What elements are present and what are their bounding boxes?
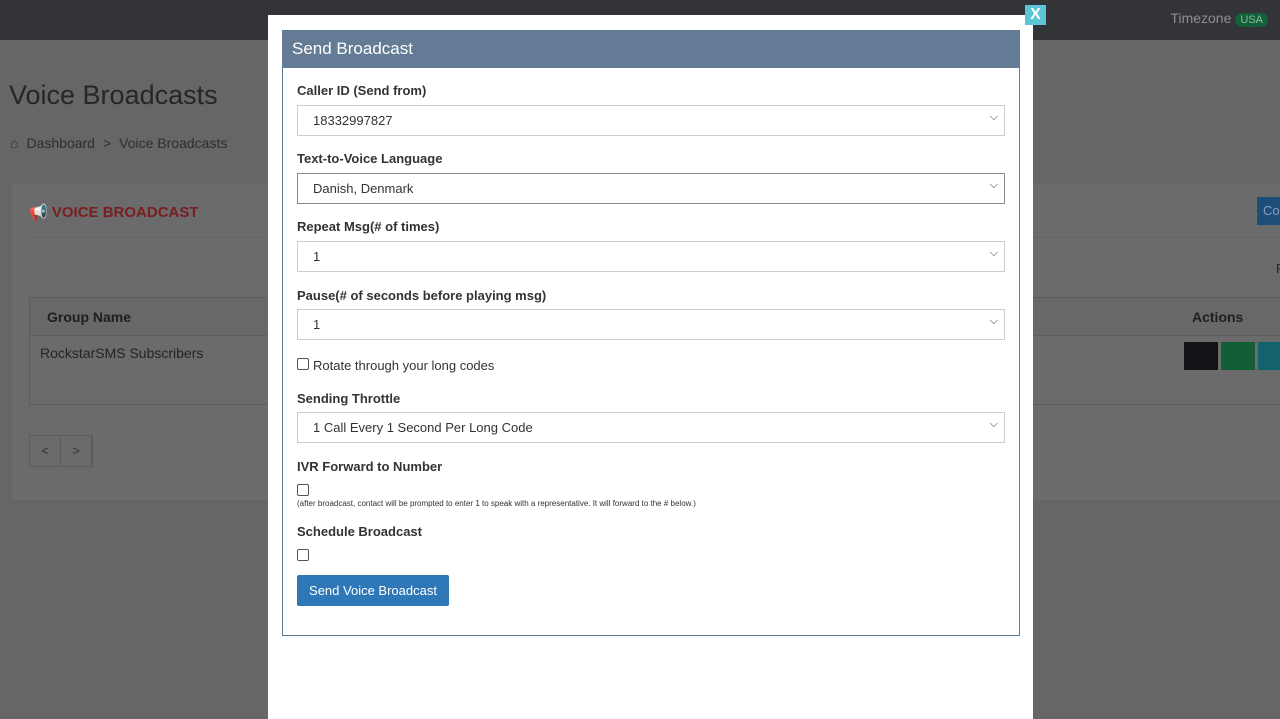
pause-value: 1 bbox=[313, 317, 321, 332]
caller-id-value: 18332997827 bbox=[313, 113, 393, 128]
language-select[interactable]: Danish, Denmark ⌵ bbox=[297, 173, 1005, 204]
timezone-label: Timezone bbox=[1170, 10, 1232, 26]
breadcrumb-current: Voice Broadcasts bbox=[119, 135, 228, 151]
filter-label: F bbox=[1276, 261, 1280, 276]
throttle-label: Sending Throttle bbox=[297, 391, 401, 406]
header-group-name[interactable]: Group Name bbox=[47, 309, 131, 325]
chevron-down-icon: ⌵ bbox=[989, 418, 998, 430]
pagination: < > bbox=[29, 435, 93, 467]
call-button[interactable] bbox=[1221, 342, 1255, 370]
ivr-label: IVR Forward to Number bbox=[297, 459, 443, 474]
card-title: 📢 VOICE BROADCAST bbox=[29, 203, 199, 221]
send-voice-broadcast-button[interactable]: Send Voice Broadcast bbox=[297, 575, 449, 606]
next-page-button[interactable]: > bbox=[61, 436, 92, 466]
chevron-down-icon: ⌵ bbox=[989, 111, 998, 123]
megaphone-icon: 📢 bbox=[29, 204, 48, 221]
page-title: Voice Broadcasts bbox=[9, 80, 218, 110]
cell-group-name: RockstarSMS Subscribers bbox=[40, 345, 204, 361]
repeat-value: 1 bbox=[313, 249, 321, 264]
header-actions: Actions bbox=[1192, 309, 1244, 325]
ivr-checkbox[interactable] bbox=[297, 484, 309, 496]
repeat-label: Repeat Msg(# of times) bbox=[297, 219, 440, 234]
send-broadcast-modal: Send Broadcast Caller ID (Send from) 183… bbox=[268, 15, 1033, 719]
throttle-select[interactable]: 1 Call Every 1 Second Per Long Code ⌵ bbox=[297, 412, 1005, 443]
timezone[interactable]: Timezone USA bbox=[1170, 10, 1268, 27]
caller-id-select[interactable]: 18332997827 ⌵ bbox=[297, 105, 1005, 136]
modal-title: Send Broadcast bbox=[283, 31, 1019, 68]
chevron-down-icon: ⌵ bbox=[989, 179, 998, 191]
language-label: Text-to-Voice Language bbox=[297, 151, 443, 166]
chevron-down-icon: ⌵ bbox=[989, 315, 998, 327]
ivr-help-text: (after broadcast, contact will be prompt… bbox=[297, 499, 696, 508]
caller-id-label: Caller ID (Send from) bbox=[297, 83, 427, 98]
edit-button[interactable] bbox=[1258, 342, 1280, 370]
breadcrumb-dashboard[interactable]: Dashboard bbox=[26, 135, 95, 151]
schedule-checkbox[interactable] bbox=[297, 549, 309, 561]
breadcrumb: ⌂ Dashboard > Voice Broadcasts bbox=[10, 135, 235, 151]
home-icon: ⌂ bbox=[10, 135, 19, 151]
pause-select[interactable]: 1 ⌵ bbox=[297, 309, 1005, 340]
pause-label: Pause(# of seconds before playing msg) bbox=[297, 288, 547, 303]
language-value: Danish, Denmark bbox=[313, 181, 414, 196]
prev-page-button[interactable]: < bbox=[30, 436, 61, 466]
throttle-value: 1 Call Every 1 Second Per Long Code bbox=[313, 420, 533, 435]
contacts-button[interactable] bbox=[1184, 342, 1218, 370]
schedule-label: Schedule Broadcast bbox=[297, 524, 422, 539]
rotate-checkbox[interactable] bbox=[297, 358, 309, 370]
breadcrumb-separator: > bbox=[102, 135, 112, 151]
chevron-down-icon: ⌵ bbox=[989, 247, 998, 259]
form-panel: Send Broadcast Caller ID (Send from) 183… bbox=[282, 30, 1020, 636]
timezone-badge: USA bbox=[1235, 13, 1268, 27]
close-button[interactable]: X bbox=[1025, 5, 1046, 25]
create-button[interactable]: Co bbox=[1257, 197, 1280, 225]
card-title-text: VOICE BROADCAST bbox=[51, 204, 199, 221]
repeat-select[interactable]: 1 ⌵ bbox=[297, 241, 1005, 272]
rotate-label: Rotate through your long codes bbox=[313, 358, 495, 373]
